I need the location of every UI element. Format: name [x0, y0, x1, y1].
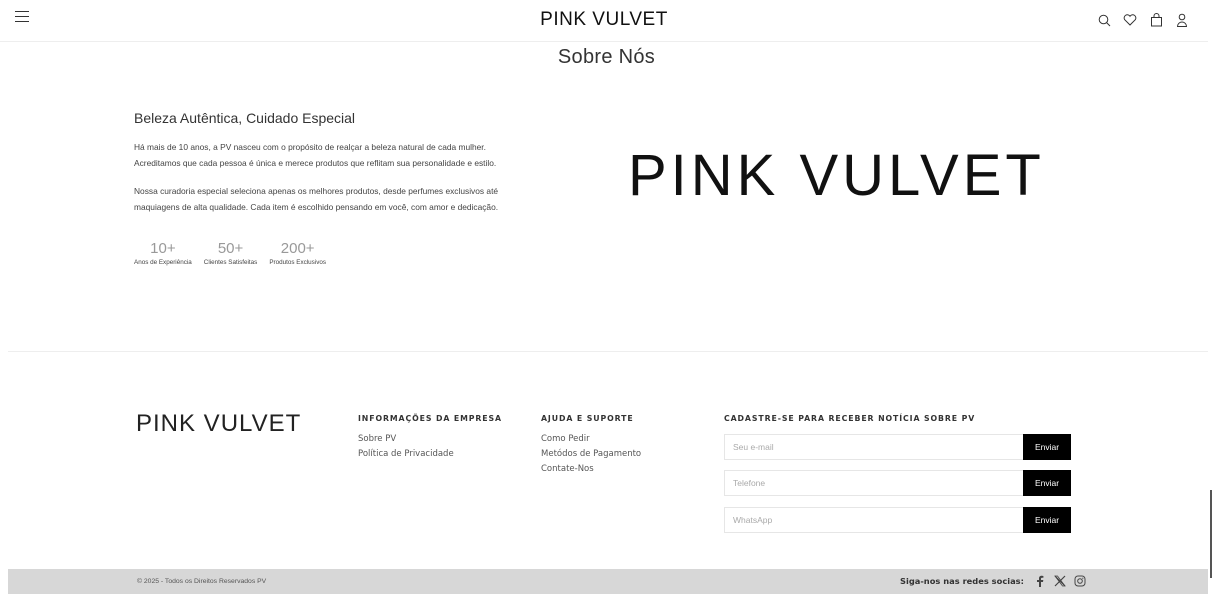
about-paragraph-2-line-2: maquiagens de alta qualidade. Cada item … — [134, 202, 499, 212]
footer-subscribe-column: CADASTRE-SE PARA RECEBER NOTÍCIA SOBRE P… — [724, 414, 975, 432]
footer-help-heading: AJUDA E SUPORTE — [541, 414, 634, 423]
subscribe-whatsapp-row: Enviar — [724, 507, 1071, 533]
about-paragraph-2-line-1: Nossa curadoria especial seleciona apena… — [134, 186, 499, 196]
email-input[interactable] — [725, 435, 1023, 459]
header-brand[interactable]: PINK VULVET — [0, 9, 1208, 31]
footer-link-contact[interactable]: Contate-Nos — [541, 462, 641, 477]
about-paragraph-1-line-2: Acreditamos que cada pessoa é única e me… — [134, 158, 497, 168]
copyright-text: © 2025 - Todos os Direitos Reservados PV — [137, 578, 267, 585]
phone-submit-button[interactable]: Enviar — [1023, 470, 1071, 496]
heart-icon[interactable] — [1122, 11, 1138, 29]
stat-products: 200+ Produtos Exclusivos — [269, 240, 326, 268]
about-paragraph-1-line-1: Há mais de 10 anos, a PV nasceu com o pr… — [134, 142, 486, 152]
about-text-block: Beleza Autêntica, Cuidado Especial Há ma… — [134, 110, 584, 215]
scrollbar-thumb[interactable] — [1210, 490, 1212, 578]
stat-clients: 50+ Clientes Satisfeitas — [204, 240, 258, 268]
stat-label: Clientes Satisfeitas — [203, 259, 258, 266]
scrollbar[interactable] — [1208, 0, 1213, 594]
stat-label: Anos de Experiência — [134, 259, 192, 266]
about-paragraph-2: Nossa curadoria especial seleciona apena… — [134, 183, 584, 215]
header-icons — [1096, 11, 1190, 29]
whatsapp-submit-button[interactable]: Enviar — [1023, 507, 1071, 533]
stat-value: 10+ — [150, 240, 176, 257]
stat-years: 10+ Anos de Experiência — [134, 240, 192, 268]
section-divider — [8, 351, 1208, 352]
instagram-icon[interactable] — [1074, 575, 1086, 587]
search-icon[interactable] — [1096, 11, 1112, 29]
subscribe-email-row: Enviar — [724, 434, 1071, 460]
footer-link-privacy[interactable]: Política de Privacidade — [358, 447, 502, 462]
phone-input[interactable] — [725, 471, 1023, 495]
footer-link-payment-methods[interactable]: Metódos de Pagamento — [541, 447, 641, 462]
stat-label: Produtos Exclusivos — [269, 259, 327, 266]
footer-link-how-to-order[interactable]: Como Pedir — [541, 432, 641, 447]
about-logo: PINK VULVET — [628, 143, 1045, 208]
footer-link-about[interactable]: Sobre PV — [358, 432, 502, 447]
user-icon[interactable] — [1174, 11, 1190, 29]
footer-company-heading: INFORMAÇÕES DA EMPRESA — [358, 414, 502, 423]
bag-icon[interactable] — [1148, 11, 1164, 29]
email-submit-button[interactable]: Enviar — [1023, 434, 1071, 460]
social-label: Siga-nos nas redes socias: — [900, 576, 1024, 586]
stat-value: 50+ — [217, 240, 244, 257]
stats-row: 10+ Anos de Experiência 50+ Clientes Sat… — [134, 240, 338, 268]
page-title: Sobre Nós — [557, 46, 656, 68]
stat-value: 200+ — [280, 240, 315, 257]
bottom-bar: © 2025 - Todos os Direitos Reservados PV… — [8, 569, 1208, 594]
about-paragraph-1: Há mais de 10 anos, a PV nasceu com o pr… — [134, 139, 584, 171]
site-header: PINK VULVET — [0, 0, 1208, 42]
footer-subscribe-heading: CADASTRE-SE PARA RECEBER NOTÍCIA SOBRE P… — [724, 414, 976, 423]
subscribe-phone-row: Enviar — [724, 470, 1071, 496]
about-heading: Beleza Autêntica, Cuidado Especial — [134, 110, 356, 126]
footer-company-column: INFORMAÇÕES DA EMPRESA Sobre PV Política… — [358, 414, 502, 462]
facebook-icon[interactable] — [1034, 575, 1046, 587]
footer-help-column: AJUDA E SUPORTE Como Pedir Metódos de Pa… — [541, 414, 641, 477]
footer-logo: PINK VULVET — [136, 410, 302, 437]
x-icon[interactable] — [1054, 575, 1066, 587]
whatsapp-input[interactable] — [725, 508, 1023, 532]
social-links: Siga-nos nas redes socias: — [900, 575, 1086, 587]
